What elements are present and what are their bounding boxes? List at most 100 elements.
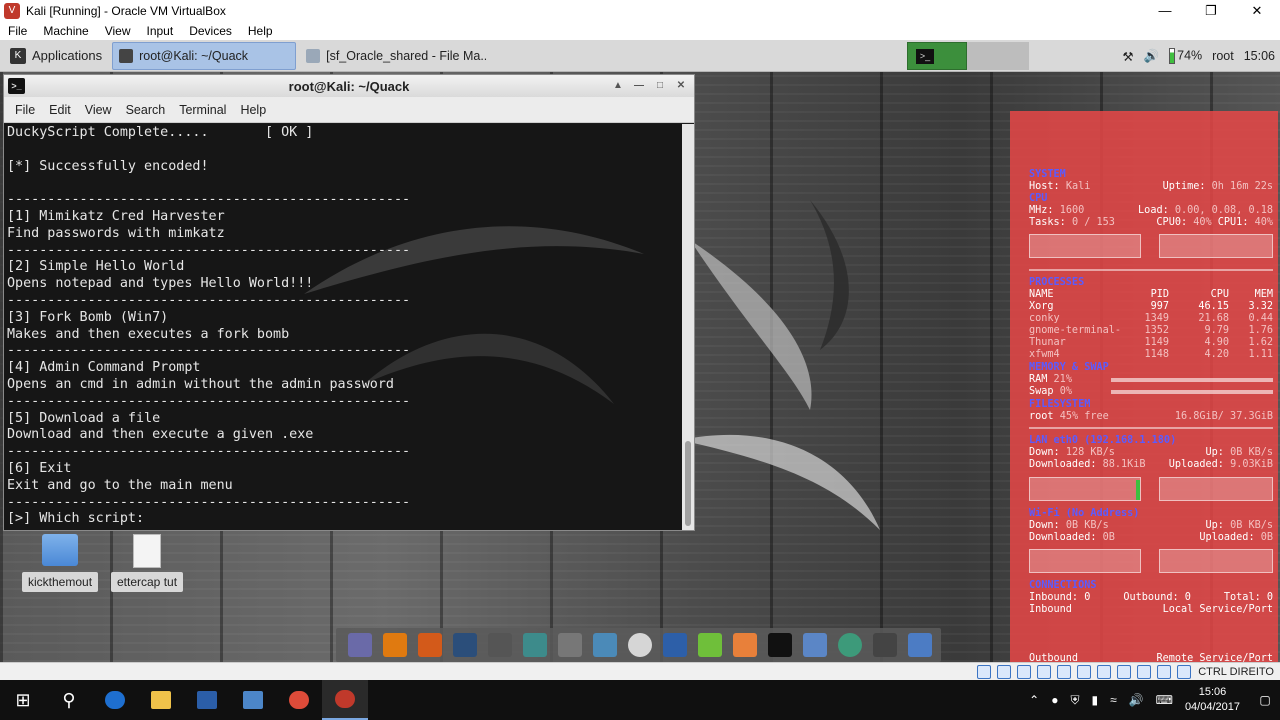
record-icon[interactable]: ● (1051, 693, 1058, 707)
chevron-up-icon[interactable]: ⌃ (1029, 693, 1039, 707)
wifi-icon[interactable]: ≈ (1110, 693, 1117, 707)
terminal-icon (119, 48, 134, 63)
volume-icon[interactable]: 🔊 (1144, 49, 1160, 64)
cpu1-graph (1159, 234, 1273, 258)
browser-icon[interactable] (837, 633, 862, 657)
dock (336, 628, 941, 662)
windows-start-icon[interactable]: ⊞ (0, 680, 46, 720)
app-icon[interactable] (522, 633, 547, 657)
task-label: root@Kali: ~/Quack (139, 48, 249, 63)
maximize-icon[interactable]: □ (651, 78, 669, 94)
terminal-line: [>] Which script: (7, 511, 153, 527)
menu-input[interactable]: Input (139, 24, 182, 38)
term-menu-search[interactable]: Search (119, 103, 173, 117)
close-icon[interactable]: ✕ (672, 78, 690, 94)
windows-clock[interactable]: 15:06 04/04/2017 (1185, 685, 1240, 715)
terminal-scrollbar[interactable] (682, 124, 694, 530)
term-menu-view[interactable]: View (78, 103, 119, 117)
terminal-titlebar[interactable]: >_ root@Kali: ~/Quack ▲ — □ ✕ (4, 75, 694, 97)
menu-machine[interactable]: Machine (35, 24, 96, 38)
terminal-line: ----------------------------------------… (7, 393, 411, 409)
notifications-icon[interactable]: ▢ (1250, 680, 1280, 720)
files-icon[interactable] (802, 633, 827, 657)
mail-icon[interactable] (347, 633, 372, 657)
task-terminal[interactable]: root@Kali: ~/Quack (112, 41, 297, 70)
terminal-window[interactable]: >_ root@Kali: ~/Quack ▲ — □ ✕ File Edit … (3, 74, 695, 531)
workspace-switcher-1[interactable]: >_ (907, 42, 967, 70)
network-icon[interactable] (1037, 664, 1052, 679)
optical-drive-icon[interactable] (997, 664, 1012, 679)
terminal-line: Makes and then executes a fork bomb (7, 326, 290, 342)
volume-icon[interactable]: 🔊 (1129, 693, 1144, 707)
video-capture-icon[interactable] (1117, 664, 1132, 679)
keyboard-icon[interactable] (1177, 664, 1192, 679)
term-menu-file[interactable]: File (8, 103, 42, 117)
notes-icon[interactable] (697, 633, 722, 657)
audio-icon[interactable] (1017, 664, 1032, 679)
swap-bar (1111, 390, 1273, 394)
usb-icon[interactable] (1057, 664, 1072, 679)
desktop-icon-kickthemout[interactable]: kickthemout (22, 534, 99, 592)
shield-icon[interactable]: ⛨ (1070, 693, 1079, 708)
vbox-statusbar: CTRL DIREITO (0, 662, 1280, 680)
term-menu-edit[interactable]: Edit (42, 103, 78, 117)
chrome-icon[interactable] (276, 680, 322, 720)
shade-icon[interactable]: ▲ (609, 78, 627, 94)
sublime-icon[interactable] (382, 633, 407, 657)
user-name[interactable]: root (1212, 49, 1234, 63)
eye-icon[interactable] (592, 633, 617, 657)
folder-icon[interactable] (907, 633, 932, 657)
scrollbar-thumb[interactable] (685, 441, 691, 526)
file-explorer-icon[interactable] (138, 680, 184, 720)
host-key-label: CTRL DIREITO (1198, 665, 1274, 678)
lan-down-graph (1029, 477, 1141, 501)
language-icon[interactable]: ⌨ (1156, 693, 1173, 707)
battery-icon[interactable]: ▮ (1091, 693, 1098, 707)
search-icon[interactable] (872, 633, 897, 657)
spider-icon[interactable] (487, 633, 512, 657)
maximize-icon[interactable]: ❐ (1188, 0, 1234, 22)
hard-disk-icon[interactable] (977, 664, 992, 679)
term-menu-help[interactable]: Help (233, 103, 273, 117)
desktop-icon-ettercap-tut[interactable]: ettercap tut (111, 534, 184, 592)
powershell-icon[interactable] (184, 680, 230, 720)
conky-fs-row: root 45% free 16.8GiB/ 37.3GiB (1029, 411, 1273, 422)
terminal-line: ----------------------------------------… (7, 192, 411, 208)
term-menu-terminal[interactable]: Terminal (172, 103, 233, 117)
close-icon[interactable]: ✕ (1234, 0, 1280, 22)
terminal-title: root@Kali: ~/Quack (288, 78, 410, 94)
metasploit-icon[interactable] (662, 633, 687, 657)
kali-icon[interactable] (452, 633, 477, 657)
edge-icon[interactable] (92, 680, 138, 720)
minimize-icon[interactable]: — (630, 78, 648, 94)
burp-icon[interactable] (417, 633, 442, 657)
panel-clock[interactable]: 15:06 (1244, 49, 1275, 63)
menu-file[interactable]: File (0, 24, 35, 38)
search-icon[interactable]: ⚲ (46, 680, 92, 720)
applications-menu[interactable]: K Applications (4, 42, 108, 70)
maltego-icon[interactable] (557, 633, 582, 657)
display-icon[interactable] (1097, 664, 1112, 679)
cherrytree-icon[interactable] (732, 633, 757, 657)
terminal-text: DuckyScript Complete..... [ OK ] [*] Suc… (7, 125, 410, 528)
terminal-icon[interactable] (767, 633, 792, 657)
ram-bar (1111, 378, 1273, 382)
task-file-manager[interactable]: [sf_Oracle_shared - File Ma... (300, 42, 486, 70)
menu-view[interactable]: View (97, 24, 139, 38)
terminal-output[interactable]: DuckyScript Complete..... [ OK ] [*] Suc… (4, 124, 684, 530)
kali-menu-icon: K (10, 47, 26, 64)
beef-icon[interactable] (627, 633, 652, 657)
app-icon[interactable] (230, 680, 276, 720)
menu-devices[interactable]: Devices (181, 24, 240, 38)
virtualbox-taskbar-icon[interactable] (322, 680, 368, 720)
terminal-menubar: File Edit View Search Terminal Help (4, 97, 694, 123)
terminal-line: Find passwords with mimkatz (7, 225, 225, 241)
shared-folders-icon[interactable] (1077, 664, 1092, 679)
menu-help[interactable]: Help (240, 24, 281, 38)
workspace-switcher-2[interactable] (967, 42, 1029, 70)
minimize-icon[interactable]: — (1142, 0, 1188, 22)
battery-indicator[interactable]: 74% (1169, 48, 1202, 64)
tools-icon[interactable]: ⚒ (1122, 49, 1133, 64)
mouse-integration-icon[interactable] (1157, 664, 1172, 679)
cpu-icon[interactable] (1137, 664, 1152, 679)
